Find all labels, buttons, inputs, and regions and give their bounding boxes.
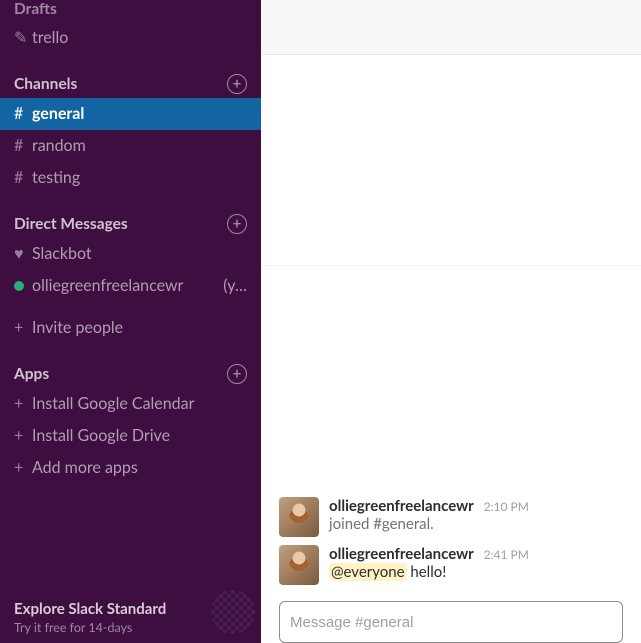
plus-icon: + [14, 454, 32, 482]
drafts-header: Drafts [0, 0, 261, 22]
message-content: olliegreenfreelancewr 2:10 PM joined #ge… [329, 497, 623, 537]
message-area: olliegreenfreelancewr 2:10 PM joined #ge… [261, 265, 641, 643]
main: olliegreenfreelancewr 2:10 PM joined #ge… [261, 0, 641, 643]
dm-suffix: (y… [223, 272, 247, 300]
add-dm-icon[interactable]: + [227, 214, 247, 234]
drafts-title: Drafts [14, 0, 57, 18]
channel-item-random[interactable]: # random [0, 130, 261, 162]
sidebar: Drafts ✎ trello Channels + # general # r… [0, 0, 261, 643]
draft-item-label: trello [32, 24, 247, 52]
message-sender[interactable]: olliegreenfreelancewr [329, 497, 474, 515]
drafts-section: Drafts ✎ trello [0, 0, 261, 64]
dms-title: Direct Messages [14, 215, 128, 233]
dm-item-slackbot[interactable]: ♥ Slackbot [0, 238, 261, 270]
message-input[interactable] [290, 614, 612, 631]
app-label: Install Google Drive [32, 422, 247, 450]
message: olliegreenfreelancewr 2:41 PM @everyone … [261, 541, 641, 589]
dm-label: Slackbot [32, 240, 247, 268]
invite-people[interactable]: + Invite people [0, 312, 261, 344]
message-text: hello! [407, 563, 447, 581]
message: olliegreenfreelancewr 2:10 PM joined #ge… [261, 493, 641, 541]
composer [261, 591, 641, 643]
channel-item-general[interactable]: # general [0, 98, 261, 130]
checker-icon [211, 590, 255, 634]
heart-icon: ♥ [14, 240, 32, 268]
app-item[interactable]: + Install Google Drive [0, 420, 261, 452]
hash-icon: # [14, 132, 32, 160]
message-time: 2:10 PM [484, 499, 529, 514]
app-label: Install Google Calendar [32, 390, 247, 418]
apps-header: Apps + [0, 354, 261, 388]
hash-icon: # [14, 100, 32, 128]
channel-header [261, 0, 641, 55]
dms-section: Direct Messages + ♥ Slackbot olliegreenf… [0, 204, 261, 354]
channel-label: general [32, 100, 247, 128]
avatar[interactable] [279, 545, 319, 585]
message-time: 2:41 PM [484, 547, 529, 562]
message-body: joined #general. [329, 515, 623, 533]
draft-item[interactable]: ✎ trello [0, 22, 261, 54]
app-label: Add more apps [32, 454, 247, 482]
mention[interactable]: @everyone [329, 563, 407, 581]
channels-header: Channels + [0, 64, 261, 98]
channels-title: Channels [14, 75, 77, 93]
avatar[interactable] [279, 497, 319, 537]
apps-section: Apps + + Install Google Calendar + Insta… [0, 354, 261, 494]
add-channel-icon[interactable]: + [227, 74, 247, 94]
channel-item-testing[interactable]: # testing [0, 162, 261, 194]
invite-label: Invite people [32, 314, 247, 342]
message-sender[interactable]: olliegreenfreelancewr [329, 545, 474, 563]
plus-icon: + [14, 422, 32, 450]
add-app-icon[interactable]: + [227, 364, 247, 384]
messages-list: olliegreenfreelancewr 2:10 PM joined #ge… [261, 487, 641, 591]
hash-icon: # [14, 164, 32, 192]
channel-label: random [32, 132, 247, 160]
apps-title: Apps [14, 365, 49, 383]
presence-dot-icon [14, 272, 32, 300]
plus-icon: + [14, 314, 32, 342]
explore-sub: Try it free for 14-days [14, 620, 247, 635]
channels-section: Channels + # general # random # testing [0, 64, 261, 204]
app-item[interactable]: + Install Google Calendar [0, 388, 261, 420]
dms-header: Direct Messages + [0, 204, 261, 238]
dm-label: olliegreenfreelancewr [32, 272, 217, 300]
app-item[interactable]: + Add more apps [0, 452, 261, 484]
composer-box[interactable] [279, 601, 623, 643]
dm-item-user[interactable]: olliegreenfreelancewr (y… [0, 270, 261, 302]
message-content: olliegreenfreelancewr 2:41 PM @everyone … [329, 545, 623, 585]
channel-label: testing [32, 164, 247, 192]
explore-banner[interactable]: Explore Slack Standard Try it free for 1… [0, 590, 261, 643]
pencil-icon: ✎ [14, 24, 32, 52]
plus-icon: + [14, 390, 32, 418]
message-body: @everyone hello! [329, 563, 623, 581]
